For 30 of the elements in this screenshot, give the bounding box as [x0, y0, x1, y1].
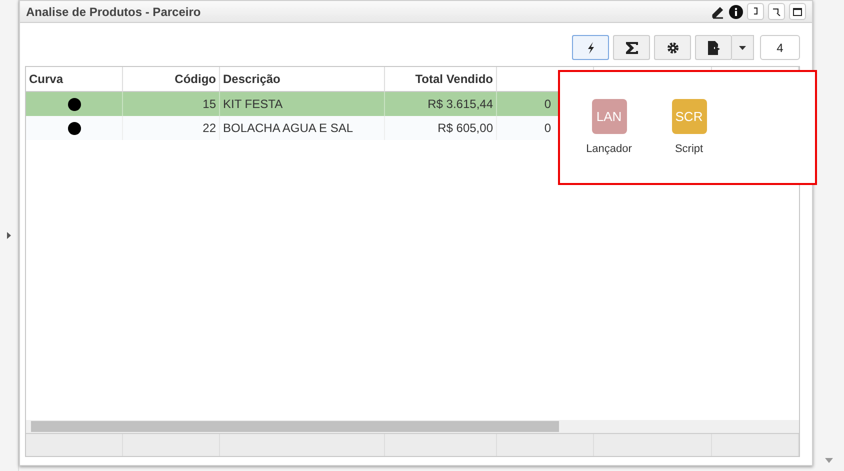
settings-button[interactable]	[654, 35, 691, 60]
table-cell: KIT FESTA	[220, 92, 385, 116]
lightning-icon	[586, 42, 594, 54]
scroll-down-icon	[824, 458, 832, 463]
pencil-icon	[711, 4, 725, 18]
refresh-button[interactable]	[747, 3, 764, 20]
horizontal-scrollbar[interactable]	[26, 420, 799, 433]
table-cell: 22	[123, 116, 220, 140]
count-badge: 4	[760, 35, 800, 60]
window-title: Analise de Produtos - Parceiro	[26, 4, 202, 18]
expand-arrow-icon	[7, 232, 11, 239]
maximize-button[interactable]	[789, 3, 806, 20]
file-export-icon	[708, 40, 720, 54]
maximize-icon	[793, 8, 802, 16]
caret-icon	[739, 46, 746, 50]
info-icon	[729, 4, 743, 18]
curve-dot	[68, 98, 80, 110]
launcher-item[interactable]: SCR Script	[658, 99, 720, 183]
dropdown-button[interactable]	[732, 35, 754, 60]
export-button[interactable]	[695, 35, 732, 60]
sigma-icon	[624, 40, 638, 54]
table-cell: 15	[123, 92, 220, 116]
table-cell: R$ 605,00	[385, 116, 497, 140]
table-cell: BOLACHA AGUA E SAL	[220, 116, 385, 140]
minimize-icon	[772, 8, 781, 16]
minimize-button[interactable]	[768, 3, 785, 20]
curve-dot	[68, 122, 80, 134]
table-cell: R$ 3.615,44	[385, 92, 497, 116]
gear-icon	[666, 42, 678, 54]
sum-button[interactable]	[613, 35, 650, 60]
